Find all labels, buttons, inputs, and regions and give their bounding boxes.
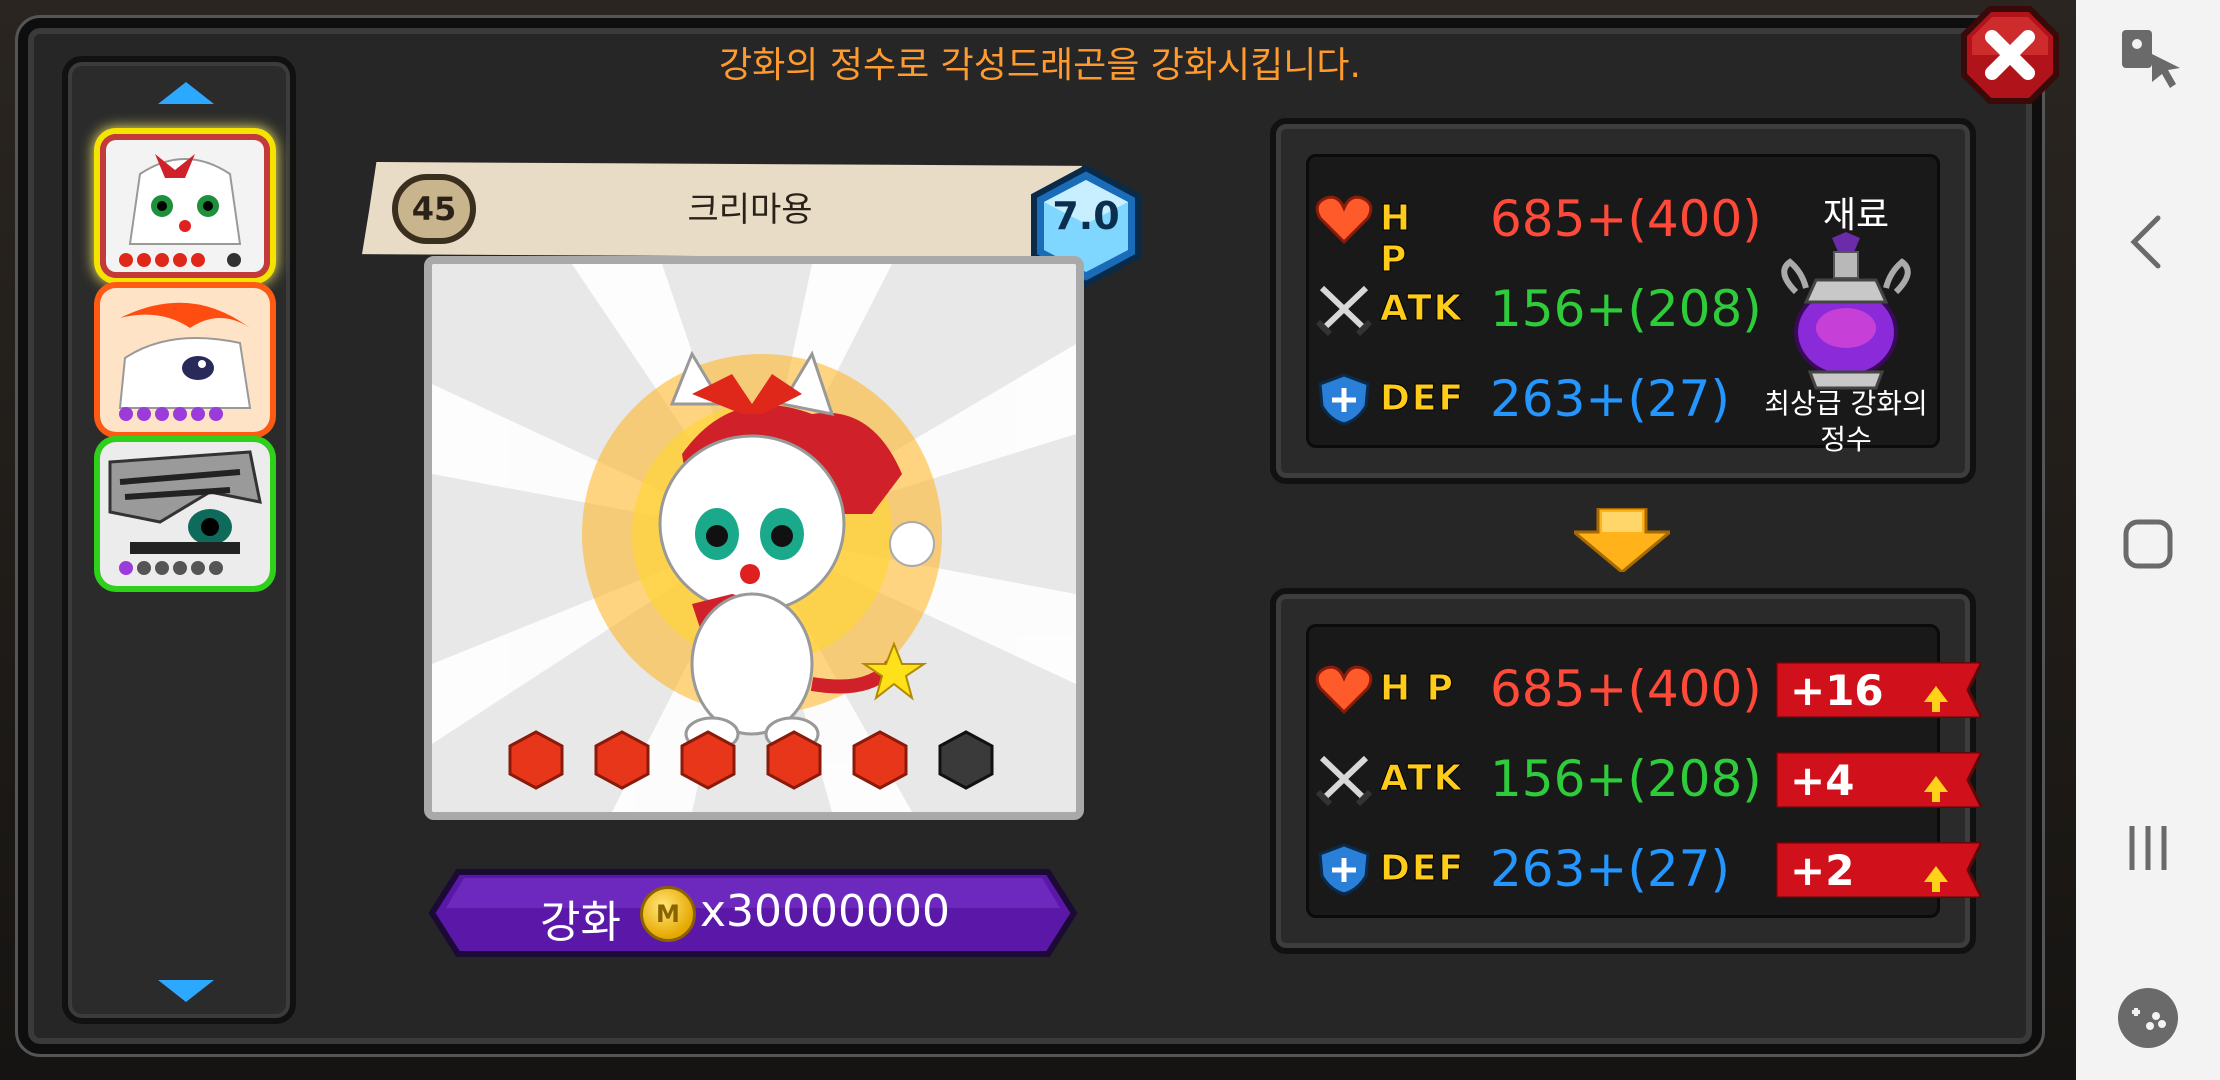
hp-label: H P xyxy=(1379,198,1413,281)
scroll-down-arrow-icon[interactable] xyxy=(158,980,214,1002)
shield-icon xyxy=(1318,843,1370,896)
character-portrait xyxy=(424,256,1084,820)
close-button[interactable] xyxy=(1960,5,2060,105)
back-chevron-icon xyxy=(2130,215,2161,269)
recents-lines-icon xyxy=(2129,826,2167,870)
heart-icon xyxy=(1315,665,1373,715)
coin-icon: M xyxy=(640,886,696,942)
material-title: 재료 xyxy=(1822,195,1890,236)
def-bonus: +2 xyxy=(1790,846,1855,895)
character-name: 크리마용 xyxy=(687,190,813,230)
recents-button[interactable] xyxy=(2112,812,2184,884)
material-name-line2: 정수 xyxy=(1820,423,1872,456)
down-arrow-icon xyxy=(1574,508,1670,572)
crossed-swords-icon xyxy=(1315,285,1373,336)
level-badge: 45 xyxy=(392,174,476,244)
heart-icon xyxy=(1315,195,1373,245)
close-icon xyxy=(1961,6,2059,104)
game-screen: 강화의 정수로 각성드래곤을 강화시킵니다. 45 크리마용 7.0 강화 M … xyxy=(0,0,2220,1080)
current-stats-panel: H P 685+(400) ATK 156+(208) DEF 263+(27)… xyxy=(1270,118,1976,484)
gamepad-icon xyxy=(2118,988,2178,1048)
armored-dragon-thumbnail-icon xyxy=(100,442,270,586)
enhance-cost: x30000000 xyxy=(700,886,950,937)
dragon-list[interactable] xyxy=(62,56,296,1024)
system-nav-bar xyxy=(2076,0,2220,1080)
atk-label: ATK xyxy=(1380,758,1464,800)
white-cat-dragon-thumbnail-icon xyxy=(100,134,270,278)
fire-dragon-thumbnail-icon xyxy=(100,288,270,432)
scroll-up-arrow-icon[interactable] xyxy=(158,82,214,104)
hp-bonus: +16 xyxy=(1790,666,1884,715)
shield-icon xyxy=(1318,373,1370,426)
crossed-swords-icon xyxy=(1315,755,1373,806)
home-square-icon xyxy=(2123,519,2173,569)
atk-bonus-ribbon: +4 xyxy=(1776,752,1982,808)
after-stats-panel: H P 685+(400) +16 ATK 156+(208) +4 DEF 2… xyxy=(1270,588,1982,954)
atk-label: ATK xyxy=(1380,288,1464,330)
def-value: 263+(27) xyxy=(1490,840,1730,898)
grade-value: 7.0 xyxy=(1052,194,1120,238)
def-label: DEF xyxy=(1379,378,1466,420)
hp-row-after: H P 685+(400) +16 xyxy=(1314,654,2014,724)
hp-label: H P xyxy=(1379,668,1456,710)
enhancement-essence-potion-icon xyxy=(1781,232,1911,390)
back-button[interactable] xyxy=(2112,206,2184,278)
header-message: 강화의 정수로 각성드래곤을 강화시킵니다. xyxy=(719,45,1361,86)
def-row-after: DEF 263+(27) +2 xyxy=(1314,834,2014,904)
dragon-list-item-dark[interactable] xyxy=(100,442,270,586)
enhance-button[interactable]: 강화 M x30000000 xyxy=(428,868,1078,958)
def-label: DEF xyxy=(1379,848,1466,890)
screen-touch-button[interactable] xyxy=(2112,22,2184,94)
material-name: 최상급 강화의 정수 xyxy=(1746,386,1946,458)
hp-value: 685+(400) xyxy=(1490,190,1762,248)
touch-lock-icon xyxy=(2122,30,2180,88)
def-bonus-ribbon: +2 xyxy=(1776,842,1982,898)
enhance-label: 강화 xyxy=(540,897,621,948)
atk-value: 156+(208) xyxy=(1490,750,1762,808)
hp-bonus-ribbon: +16 xyxy=(1776,662,1982,718)
cat-dragon-portrait-icon xyxy=(432,264,1076,812)
game-tools-button[interactable] xyxy=(2112,982,2184,1054)
hp-value: 685+(400) xyxy=(1490,660,1762,718)
atk-row-after: ATK 156+(208) +4 xyxy=(1314,744,2014,814)
def-value: 263+(27) xyxy=(1490,370,1730,428)
dragon-list-item-fire[interactable] xyxy=(100,288,270,432)
atk-bonus: +4 xyxy=(1790,756,1855,805)
dragon-list-item-selected[interactable] xyxy=(100,134,270,278)
material-name-line1: 최상급 강화의 xyxy=(1764,387,1928,420)
atk-value: 156+(208) xyxy=(1490,280,1762,338)
home-button[interactable] xyxy=(2112,508,2184,580)
